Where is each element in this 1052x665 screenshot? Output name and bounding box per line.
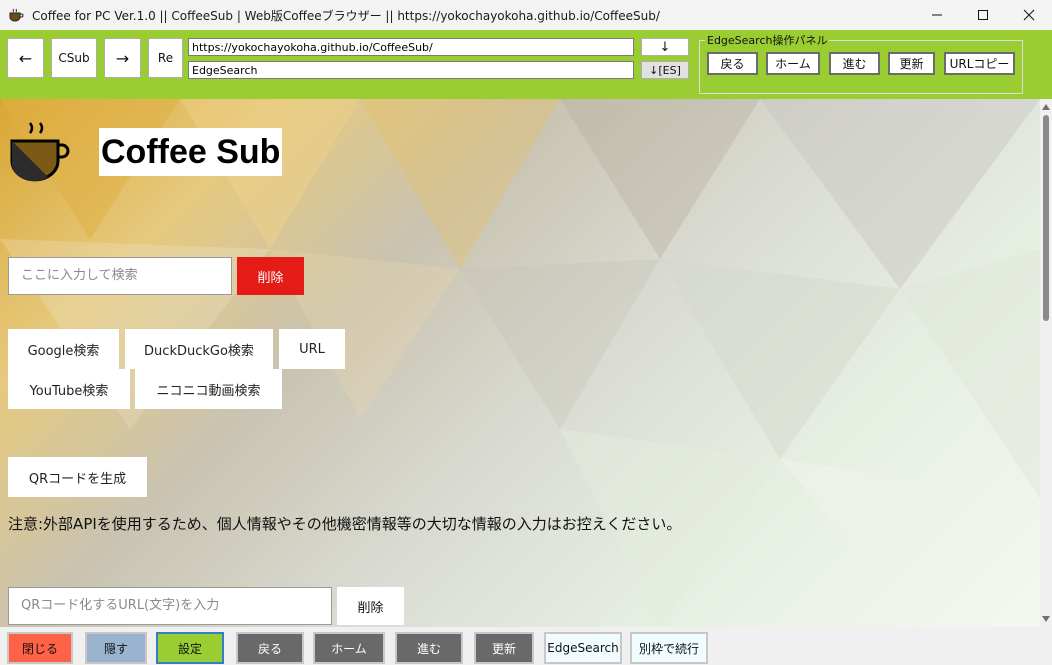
scroll-down-icon[interactable] — [1040, 613, 1052, 625]
csub-button[interactable]: CSub — [51, 38, 97, 78]
qr-text-input[interactable]: QRコード化するURL(文字)を入力 — [8, 587, 332, 625]
continue-separate-button[interactable]: 別枠で続行 — [630, 632, 708, 664]
bottom-back-button[interactable]: 戻る — [236, 632, 304, 664]
close-app-button[interactable]: 閉じる — [7, 632, 73, 664]
scroll-thumb[interactable] — [1043, 115, 1049, 321]
web-content: Coffee Sub ここに入力して検索 削除 Google検索 DuckDuc… — [0, 99, 1052, 627]
search-input[interactable]: ここに入力して検索 — [8, 257, 232, 295]
panel-copy-url-button[interactable]: URLコピー — [944, 52, 1015, 75]
coffee-cup-icon — [10, 122, 70, 182]
close-icon — [1023, 9, 1035, 21]
bottom-forward-button[interactable]: 進む — [395, 632, 463, 664]
window-titlebar: Coffee for PC Ver.1.0 || CoffeeSub | Web… — [0, 0, 1052, 30]
google-search-button[interactable]: Google検索 — [8, 329, 119, 369]
close-button[interactable] — [1006, 0, 1052, 30]
bottom-bar: 閉じる 隠す 設定 戻る ホーム 進む 更新 EdgeSearch 別枠で続行 — [0, 627, 1052, 665]
edgesearch-panel-legend: EdgeSearch操作パネル — [705, 32, 830, 48]
bottom-refresh-button[interactable]: 更新 — [474, 632, 534, 664]
panel-refresh-button[interactable]: 更新 — [888, 52, 935, 75]
niconico-search-button[interactable]: ニコニコ動画検索 — [135, 369, 282, 409]
url-button[interactable]: URL — [279, 329, 345, 369]
vertical-scrollbar[interactable] — [1040, 99, 1052, 627]
notice-text: 注意:外部APIを使用するため、個人情報やその他機密情報等の大切な情報の入力はお… — [8, 515, 682, 533]
search-delete-button[interactable]: 削除 — [237, 257, 304, 295]
youtube-search-button[interactable]: YouTube検索 — [8, 369, 130, 409]
reload-button[interactable]: Re — [148, 38, 183, 78]
duckduckgo-search-button[interactable]: DuckDuckGo検索 — [125, 329, 273, 369]
navigate-es-button[interactable]: ↓[ES] — [641, 61, 689, 79]
panel-home-button[interactable]: ホーム — [766, 52, 820, 75]
back-button[interactable]: ← — [7, 38, 44, 78]
panel-back-button[interactable]: 戻る — [707, 52, 758, 75]
settings-button[interactable]: 設定 — [156, 632, 224, 664]
minimize-icon — [932, 14, 942, 16]
site-title: Coffee Sub — [99, 128, 283, 176]
window-title: Coffee for PC Ver.1.0 || CoffeeSub | Web… — [32, 8, 660, 23]
bottom-edgesearch-button[interactable]: EdgeSearch — [544, 632, 622, 664]
forward-button[interactable]: → — [104, 38, 141, 78]
qr-delete-button[interactable]: 削除 — [337, 587, 404, 625]
maximize-button[interactable] — [960, 0, 1006, 30]
window-controls — [914, 0, 1052, 30]
edge-search-input[interactable]: EdgeSearch — [188, 61, 634, 79]
maximize-icon — [978, 10, 988, 20]
scroll-up-icon[interactable] — [1040, 101, 1052, 113]
panel-forward-button[interactable]: 進む — [829, 52, 880, 75]
url-input[interactable]: https://yokochayokoha.github.io/CoffeeSu… — [188, 38, 634, 56]
qr-generate-button[interactable]: QRコードを生成 — [8, 457, 147, 497]
bottom-home-button[interactable]: ホーム — [313, 632, 385, 664]
navigate-down-button[interactable]: ↓ — [641, 38, 689, 56]
minimize-button[interactable] — [914, 0, 960, 30]
coffee-cup-icon — [9, 8, 24, 22]
hide-button[interactable]: 隠す — [85, 632, 147, 664]
